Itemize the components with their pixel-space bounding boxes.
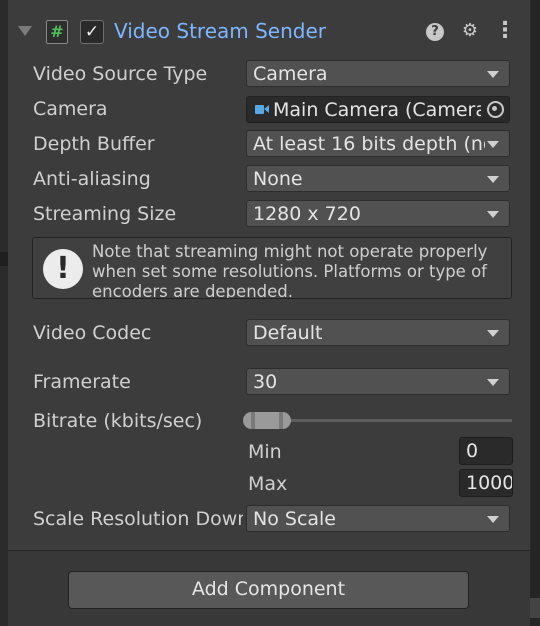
component-header[interactable]: # ✓ Video Stream Sender ? ⚙ ⋮ bbox=[8, 12, 530, 52]
bitrate-min-value: 0 bbox=[466, 440, 479, 462]
foldout-arrow-icon[interactable] bbox=[18, 26, 32, 36]
framerate-value: 30 bbox=[253, 371, 278, 393]
add-component-button[interactable]: Add Component bbox=[68, 571, 469, 609]
chevron-down-icon bbox=[487, 176, 499, 183]
chevron-down-icon bbox=[487, 379, 499, 386]
camera-label: Camera bbox=[33, 98, 108, 120]
bitrate-max-value: 1000 bbox=[466, 472, 513, 494]
camera-value: Main Camera (Camera) bbox=[273, 99, 483, 121]
component-title: Video Stream Sender bbox=[114, 19, 327, 43]
bitrate-label: Bitrate (kbits/sec) bbox=[33, 410, 203, 432]
video-codec-dropdown[interactable]: Default bbox=[246, 319, 510, 346]
scale-resolution-label: Scale Resolution Down bbox=[33, 508, 243, 530]
warning-help-box: ! Note that streaming might not operate … bbox=[32, 237, 512, 299]
camera-object-field[interactable]: Main Camera (Camera) bbox=[246, 96, 510, 123]
video-source-type-label: Video Source Type bbox=[33, 63, 208, 85]
depth-buffer-dropdown[interactable]: At least 16 bits depth (no stencil) bbox=[246, 130, 510, 157]
bitrate-max-label: Max bbox=[248, 473, 288, 495]
gutter-marker bbox=[0, 252, 8, 266]
streaming-size-dropdown[interactable]: 1280 x 720 bbox=[246, 200, 510, 227]
camera-icon bbox=[255, 105, 264, 114]
presets-icon[interactable]: ⚙ bbox=[459, 20, 481, 42]
bitrate-min-field[interactable]: 0 bbox=[459, 437, 513, 465]
warning-message: Note that streaming might not operate pr… bbox=[92, 242, 488, 299]
chevron-down-icon bbox=[487, 71, 499, 78]
bitrate-slider-track[interactable] bbox=[290, 419, 512, 422]
bitrate-min-label: Min bbox=[248, 441, 282, 463]
left-gutter bbox=[0, 0, 8, 626]
framerate-dropdown[interactable]: 30 bbox=[246, 368, 510, 395]
depth-buffer-value: At least 16 bits depth (no stencil) bbox=[253, 133, 485, 155]
chevron-down-icon bbox=[487, 211, 499, 218]
scale-resolution-dropdown[interactable]: No Scale bbox=[246, 505, 510, 532]
bitrate-range-slider-thumb[interactable] bbox=[243, 412, 291, 429]
streaming-size-label: Streaming Size bbox=[33, 203, 177, 225]
chevron-down-icon bbox=[487, 516, 499, 523]
scale-resolution-value: No Scale bbox=[253, 508, 336, 530]
streaming-size-value: 1280 x 720 bbox=[253, 203, 361, 225]
object-picker-icon[interactable] bbox=[481, 97, 509, 122]
framerate-label: Framerate bbox=[33, 371, 131, 393]
scrollbar-thumb[interactable] bbox=[530, 598, 540, 618]
anti-aliasing-dropdown[interactable]: None bbox=[246, 165, 510, 192]
help-icon[interactable]: ? bbox=[424, 20, 446, 42]
video-codec-value: Default bbox=[253, 322, 323, 344]
video-source-type-dropdown[interactable]: Camera bbox=[246, 60, 510, 87]
bitrate-max-field[interactable]: 1000 bbox=[459, 469, 513, 497]
warning-icon: ! bbox=[43, 249, 83, 289]
anti-aliasing-label: Anti-aliasing bbox=[33, 168, 151, 190]
kebab-menu-icon[interactable]: ⋮ bbox=[494, 20, 516, 42]
depth-buffer-label: Depth Buffer bbox=[33, 133, 155, 155]
script-icon: # bbox=[46, 20, 68, 44]
camera-icon-lens bbox=[264, 105, 269, 113]
chevron-down-icon bbox=[487, 330, 499, 337]
anti-aliasing-value: None bbox=[253, 168, 303, 190]
video-codec-label: Video Codec bbox=[33, 322, 152, 344]
component-enabled-checkbox[interactable]: ✓ bbox=[80, 20, 104, 44]
inspector-scrollbar[interactable] bbox=[530, 0, 540, 626]
video-source-type-value: Camera bbox=[253, 63, 328, 85]
chevron-down-icon bbox=[487, 141, 499, 148]
